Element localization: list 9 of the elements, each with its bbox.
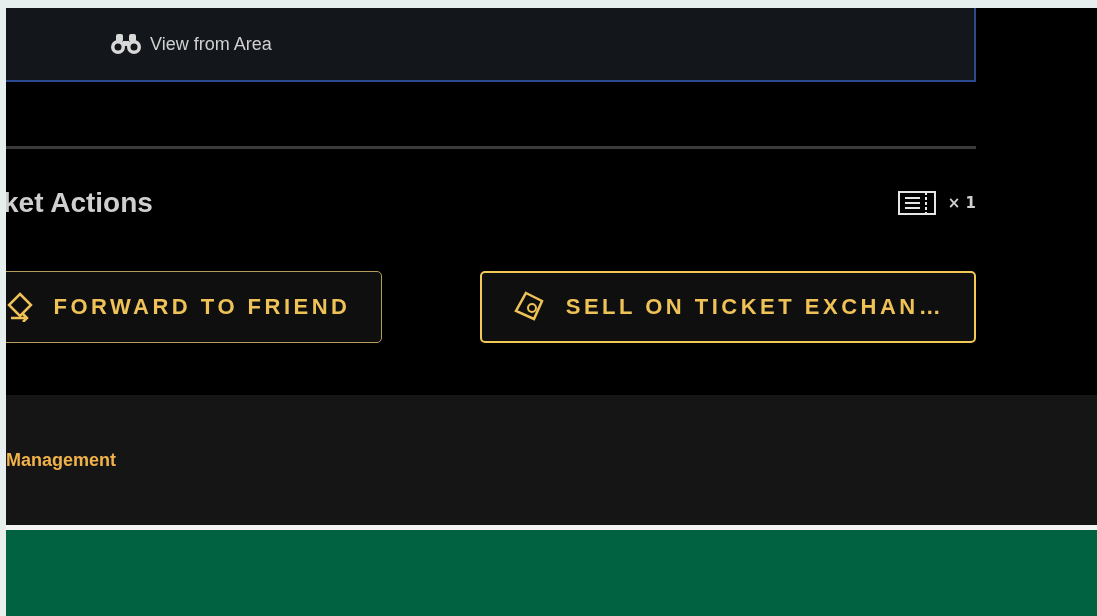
ticket-forward-icon [7, 292, 34, 322]
ticket-sell-icon [511, 291, 546, 323]
sell-button[interactable]: SELL ON TICKET EXCHAN… [480, 271, 976, 343]
forward-button[interactable]: FORWARD TO FRIEND [6, 271, 382, 343]
ticket-count: × 1 [947, 194, 976, 212]
ticket-icon [897, 191, 936, 215]
view-from-area-link[interactable]: View from Area [150, 33, 272, 55]
binoculars-icon [110, 33, 142, 55]
management-link[interactable]: Management [6, 449, 117, 471]
